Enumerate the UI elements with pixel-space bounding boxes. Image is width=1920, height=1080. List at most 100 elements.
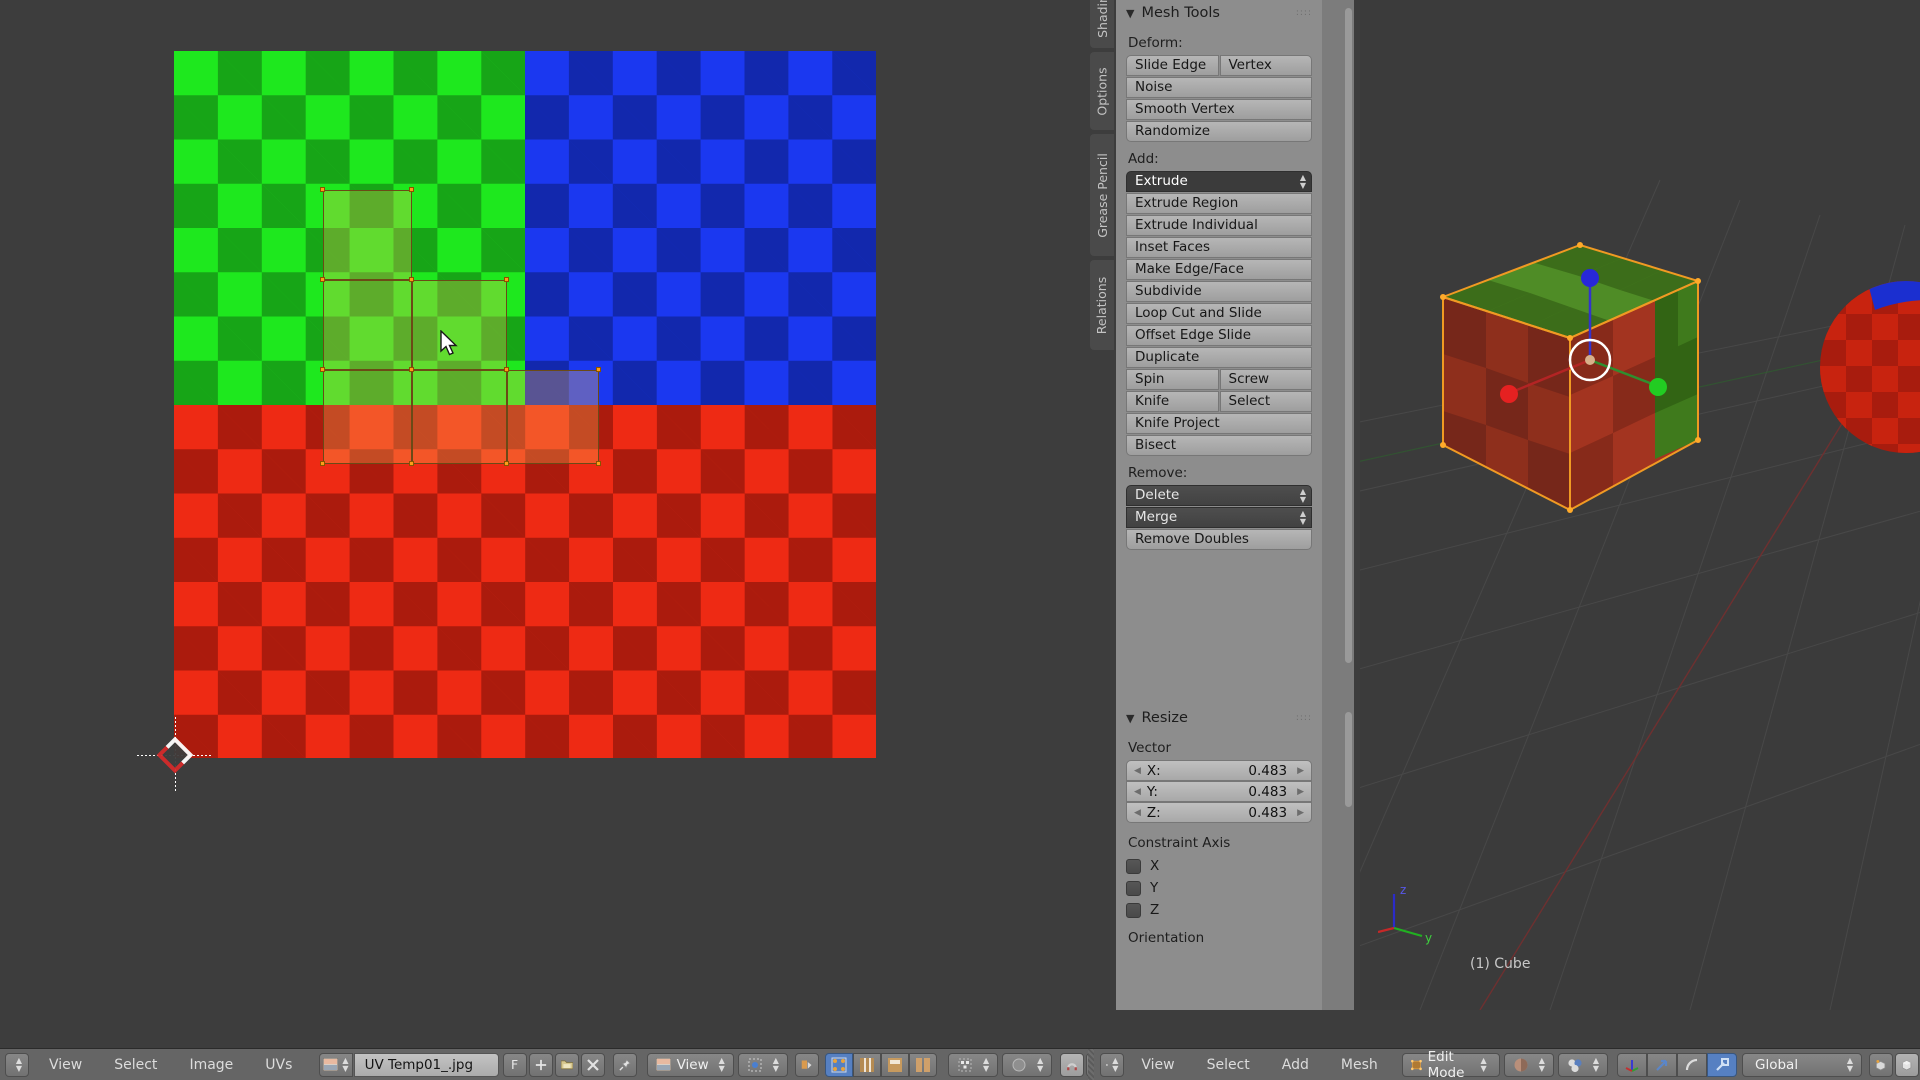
constraint-y-checkbox[interactable]: Y [1126, 877, 1312, 899]
knife-project-button[interactable]: Knife Project [1126, 413, 1312, 434]
scale-manipulator-icon[interactable] [1707, 1052, 1737, 1077]
uv-menu-select[interactable]: Select [98, 1057, 173, 1073]
decrement-arrow-icon[interactable]: ◀ [1134, 787, 1141, 797]
rotate-manipulator-icon[interactable] [1677, 1052, 1707, 1077]
make-edge-face-button[interactable]: Make Edge/Face [1126, 259, 1312, 280]
uv-menu-uvs[interactable]: UVs [249, 1057, 308, 1073]
screw-button[interactable]: Screw [1219, 369, 1312, 390]
uv-face[interactable] [323, 280, 412, 370]
constraint-z-checkbox[interactable]: Z [1126, 899, 1312, 921]
uv-editor-header[interactable]: ▲ ▼ View Select Image UVs ▲ ▼ UV Temp01_.j… [0, 1048, 1111, 1080]
fake-user-button[interactable]: F [502, 1052, 527, 1077]
checkbox-icon[interactable] [1126, 858, 1141, 874]
viewport-shading-dropdown[interactable]: ▲ ▼ [1503, 1052, 1554, 1077]
smooth-vertex-button[interactable]: Smooth Vertex [1126, 99, 1312, 120]
editor-type-selector[interactable]: ▲ ▼ [4, 1052, 30, 1077]
uv-vertex[interactable] [596, 367, 601, 372]
uv-vertex[interactable] [409, 277, 414, 282]
island-select-icon[interactable] [908, 1052, 937, 1077]
snap-during-transform-icon[interactable] [1869, 1052, 1893, 1077]
resize-panel-scrollbar[interactable] [1345, 712, 1352, 807]
face-select-icon[interactable] [880, 1052, 909, 1077]
uv-vertex[interactable] [320, 367, 325, 372]
extrude-individual-button[interactable]: Extrude Individual [1126, 215, 1312, 236]
uv-vertex[interactable] [409, 367, 414, 372]
vp-menu-view[interactable]: View [1125, 1057, 1190, 1073]
uv-vertex[interactable] [409, 461, 414, 466]
uv-select-mode-group[interactable] [824, 1052, 937, 1077]
tool-panel-column[interactable]: ▼ Mesh Tools :::: Deform: Slide Edge Ver… [1116, 0, 1354, 1010]
uv-vertex[interactable] [320, 277, 325, 282]
new-image-button[interactable] [528, 1052, 553, 1077]
3d-view-editor-type-icon[interactable]: ▲ ▼ [1100, 1052, 1125, 1077]
bisect-button[interactable]: Bisect [1126, 435, 1312, 456]
interaction-mode-dropdown[interactable]: Edit Mode ▲ ▼ [1401, 1049, 1500, 1080]
remove-doubles-button[interactable]: Remove Doubles [1126, 529, 1312, 550]
manipulator-toggle-icon[interactable] [1617, 1052, 1647, 1077]
proportional-edit-dropdown[interactable]: ▲ ▼ [1002, 1052, 1053, 1077]
randomize-button[interactable]: Randomize [1126, 121, 1312, 142]
offset-edge-slide-button[interactable]: Offset Edge Slide [1126, 325, 1312, 346]
image-datablock-selector[interactable]: ▲ ▼ UV Temp01_.jpg [318, 1052, 499, 1077]
tab-options[interactable]: Options [1090, 52, 1114, 130]
increment-arrow-icon[interactable]: ▶ [1297, 766, 1304, 776]
image-name-field[interactable]: UV Temp01_.jpg [353, 1052, 499, 1077]
sticky-selection-dropdown[interactable]: ▲ ▼ [947, 1052, 999, 1077]
open-image-button[interactable] [554, 1052, 579, 1077]
noise-button[interactable]: Noise [1126, 77, 1312, 98]
pin-button[interactable] [612, 1052, 637, 1077]
checkbox-icon[interactable] [1126, 880, 1141, 896]
vertex-select-icon[interactable] [824, 1052, 853, 1077]
3d-viewport[interactable]: z y (1) Cube [1360, 0, 1920, 1010]
vector-z-field[interactable]: ◀ Z: 0.483 ▶ [1126, 802, 1312, 823]
image-icon[interactable]: ▲ ▼ [319, 1052, 353, 1077]
extrude-menu-button[interactable]: Extrude ▲ ▼ [1126, 171, 1312, 192]
tab-shading[interactable]: Shading [1090, 0, 1114, 48]
uv-menu-image[interactable]: Image [173, 1057, 249, 1073]
uv-vertex[interactable] [409, 187, 414, 192]
knife-button[interactable]: Knife [1126, 391, 1219, 412]
sphere-object[interactable] [1820, 262, 1920, 472]
increment-arrow-icon[interactable]: ▶ [1297, 787, 1304, 797]
vp-menu-select[interactable]: Select [1191, 1057, 1266, 1073]
transform-orientation-dropdown[interactable]: Global ▲ ▼ [1742, 1052, 1862, 1077]
tab-grease-pencil[interactable]: Grease Pencil [1090, 134, 1114, 256]
vector-x-field[interactable]: ◀ X: 0.483 ▶ [1126, 760, 1312, 781]
checkbox-icon[interactable] [1126, 902, 1141, 918]
extrude-region-button[interactable]: Extrude Region [1126, 193, 1312, 214]
uv-vertex[interactable] [596, 461, 601, 466]
duplicate-button[interactable]: Duplicate [1126, 347, 1312, 368]
increment-arrow-icon[interactable]: ▶ [1297, 808, 1304, 818]
uv-face-selection[interactable] [174, 51, 876, 758]
uv-face[interactable] [323, 190, 412, 280]
panel-mesh-tools-header[interactable]: ▼ Mesh Tools :::: [1116, 0, 1322, 26]
uv-sync-selection-button[interactable] [794, 1052, 819, 1077]
pivot-point-dropdown[interactable]: ▲ ▼ [737, 1052, 788, 1077]
uv-vertex[interactable] [504, 277, 509, 282]
pivot-point-dropdown[interactable]: ▲ ▼ [1557, 1052, 1608, 1077]
header-grip[interactable] [1088, 1048, 1095, 1080]
edge-select-icon[interactable] [852, 1052, 881, 1077]
subdivide-button[interactable]: Subdivide [1126, 281, 1312, 302]
vertex-button[interactable]: Vertex [1219, 55, 1312, 76]
uv-view-mode-dropdown[interactable]: View ▲ ▼ [646, 1052, 734, 1077]
uv-vertex[interactable] [504, 461, 509, 466]
layers-icon[interactable] [1895, 1052, 1919, 1077]
inset-faces-button[interactable]: Inset Faces [1126, 237, 1312, 258]
knife-select-button[interactable]: Select [1219, 391, 1312, 412]
tool-panel-scrollbar[interactable] [1345, 8, 1352, 663]
translate-manipulator-icon[interactable] [1647, 1052, 1677, 1077]
loop-cut-and-slide-button[interactable]: Loop Cut and Slide [1126, 303, 1312, 324]
constraint-x-checkbox[interactable]: X [1126, 855, 1312, 877]
vector-y-field[interactable]: ◀ Y: 0.483 ▶ [1126, 781, 1312, 802]
editor-type-icon[interactable]: ▲ ▼ [5, 1052, 29, 1077]
decrement-arrow-icon[interactable]: ◀ [1134, 766, 1141, 776]
vp-menu-mesh[interactable]: Mesh [1325, 1057, 1394, 1073]
delete-menu-button[interactable]: Delete ▲ ▼ [1126, 485, 1312, 506]
3d-viewport-header[interactable]: ▲ ▼ View Select Add Mesh Edit Mode ▲ ▼ ▲ ▼ … [1088, 1048, 1920, 1080]
uv-vertex[interactable] [320, 461, 325, 466]
uv-face[interactable] [507, 370, 599, 464]
vp-menu-add[interactable]: Add [1266, 1057, 1325, 1073]
vertical-tab-strip[interactable]: Shading Options Grease Pencil Relations [1088, 0, 1116, 1010]
panel-resize-header[interactable]: ▼ Resize :::: [1116, 705, 1322, 731]
